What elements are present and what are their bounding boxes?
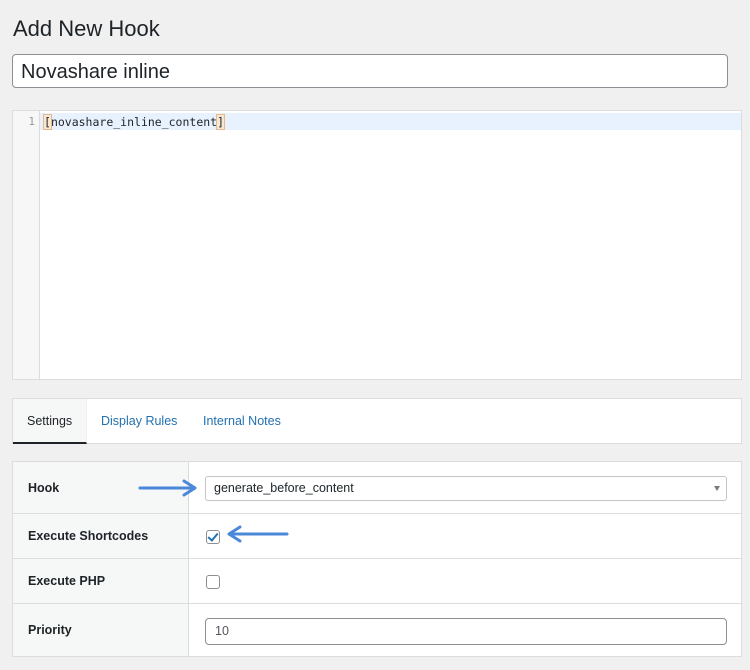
- hook-label: Hook: [28, 480, 60, 495]
- execute-php-label: Execute PHP: [28, 574, 106, 588]
- execute-shortcodes-label: Execute Shortcodes: [28, 529, 149, 543]
- execute-shortcodes-label-cell: Execute Shortcodes: [13, 514, 189, 558]
- tab-internal-notes[interactable]: Internal Notes: [189, 399, 295, 444]
- hook-select-value: generate_before_content: [214, 481, 354, 495]
- shortcode-text: novashare_inline_content: [50, 115, 218, 129]
- code-editor[interactable]: 1 [novashare_inline_content]: [12, 110, 742, 380]
- settings-table: Hook generate_before_content Execute Sho…: [12, 461, 742, 657]
- tab-settings[interactable]: Settings: [13, 399, 87, 444]
- priority-label-cell: Priority: [13, 604, 189, 656]
- execute-shortcodes-checkbox[interactable]: [206, 530, 220, 544]
- execute-php-row: Execute PHP: [13, 559, 741, 604]
- editor-gutter: 1: [13, 111, 40, 379]
- priority-input[interactable]: 10: [205, 618, 727, 645]
- bracket-close: ]: [216, 114, 226, 130]
- priority-label: Priority: [28, 623, 72, 637]
- hook-row: Hook generate_before_content: [13, 462, 741, 514]
- tabs-bar: Settings Display Rules Internal Notes: [12, 398, 742, 444]
- execute-php-label-cell: Execute PHP: [13, 559, 189, 603]
- hook-select[interactable]: generate_before_content: [205, 476, 727, 501]
- arrow-left-icon: [227, 525, 289, 543]
- code-line[interactable]: [novashare_inline_content]: [43, 114, 226, 130]
- hook-title-input[interactable]: Novashare inline: [12, 54, 728, 88]
- bracket-open: [: [43, 114, 52, 130]
- checkmark-icon: [207, 530, 219, 542]
- chevron-down-icon: [714, 486, 720, 491]
- execute-shortcodes-row: Execute Shortcodes: [13, 514, 741, 559]
- page-title: Add New Hook: [13, 16, 160, 41]
- priority-row: Priority 10: [13, 604, 741, 656]
- tab-display-rules[interactable]: Display Rules: [87, 399, 191, 444]
- execute-php-checkbox[interactable]: [206, 575, 220, 589]
- arrow-right-icon: [138, 479, 197, 497]
- line-number: 1: [28, 115, 35, 128]
